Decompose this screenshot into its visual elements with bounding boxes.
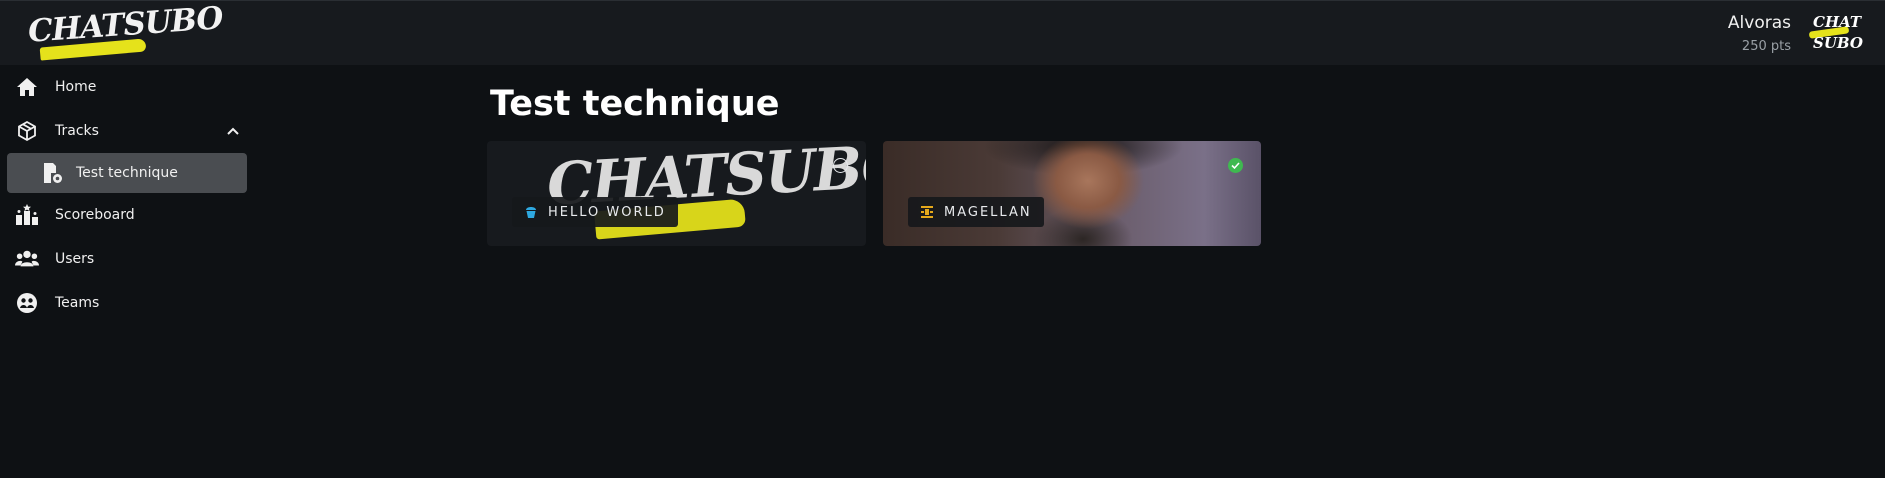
home-icon <box>15 75 39 99</box>
compass-icon <box>920 205 934 219</box>
team-icon <box>15 291 39 315</box>
user-name: Alvoras <box>1727 13 1791 33</box>
user-points: 250 pts <box>1741 39 1791 54</box>
podium-icon <box>15 203 39 227</box>
users-icon <box>15 247 39 271</box>
user-info[interactable]: Alvoras 250 pts <box>1728 13 1791 54</box>
page-title: Test technique <box>490 84 780 124</box>
sidebar-item-tracks[interactable]: Tracks <box>0 109 255 153</box>
sidebar: Home Tracks Test technique Scoreboard Us… <box>0 65 255 325</box>
challenge-tag: HELLO WORLD <box>512 197 678 227</box>
avatar-text-line1: CHAT <box>1813 13 1862 31</box>
avatar[interactable]: CHAT SUBO <box>1807 11 1863 57</box>
challenge-label: HELLO WORLD <box>548 204 666 220</box>
sidebar-item-home[interactable]: Home <box>0 65 255 109</box>
sidebar-subitem-label: Test technique <box>76 165 178 181</box>
challenge-label: MAGELLAN <box>944 204 1032 220</box>
avatar-text-line2: SUBO <box>1813 34 1863 52</box>
status-open-icon <box>833 158 848 173</box>
sidebar-item-scoreboard[interactable]: Scoreboard <box>0 193 255 237</box>
challenge-card-magellan[interactable]: MAGELLAN <box>883 141 1261 246</box>
sidebar-item-users[interactable]: Users <box>0 237 255 281</box>
card-portrait-image <box>883 141 1261 246</box>
cupcake-icon <box>524 205 538 219</box>
cube-icon <box>15 119 39 143</box>
logo-wordmark: CHATSUBO <box>26 0 224 50</box>
settings-doc-icon <box>42 161 64 185</box>
challenge-card-hello-world[interactable]: CHATSUBO HELLO WORLD <box>487 141 866 246</box>
sidebar-item-teams[interactable]: Teams <box>0 281 255 325</box>
challenge-tag: MAGELLAN <box>908 197 1044 227</box>
chevron-up-icon[interactable] <box>223 121 243 141</box>
sidebar-item-label: Teams <box>55 295 100 311</box>
sidebar-item-label: Home <box>55 79 97 95</box>
status-completed-icon <box>1228 158 1243 173</box>
sidebar-item-label: Users <box>55 251 95 267</box>
sidebar-item-label: Tracks <box>55 123 99 139</box>
sidebar-subitem-test-technique[interactable]: Test technique <box>7 153 247 193</box>
top-bar: CHATSUBO Alvoras 250 pts CHAT SUBO <box>0 0 1885 65</box>
brand-logo[interactable]: CHATSUBO <box>24 0 224 61</box>
sidebar-item-label: Scoreboard <box>55 207 135 223</box>
